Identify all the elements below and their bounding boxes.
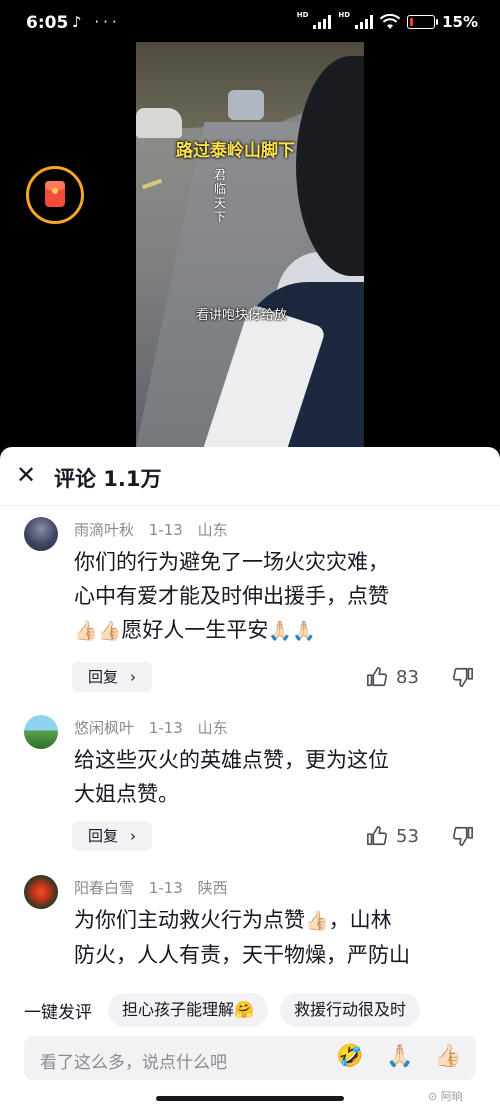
chevron-right-icon: › — [130, 668, 136, 686]
video-car-2 — [228, 90, 264, 120]
hd-label-2: HD — [338, 11, 351, 19]
comment-text-line: 愿好人一生平安 — [121, 618, 269, 642]
battery-icon — [407, 15, 439, 29]
comment-input-placeholder: 看了这么多，说点什么吧 — [40, 1053, 227, 1073]
comment-meta: 阳春白雪 1-13 陕西 — [74, 877, 238, 898]
signal-icon — [313, 15, 332, 29]
comment-text-line: 心中有爱才能及时伸出援手，点赞 — [74, 584, 389, 608]
reply-button[interactable]: 回复 › — [72, 662, 152, 692]
comments-header: ✕ 评论 1.1万 — [0, 447, 500, 505]
like-count: 83 — [396, 666, 419, 688]
comment-author[interactable]: 阳春白雪 — [74, 879, 134, 897]
thumbs-up-icon — [367, 826, 387, 846]
status-right: HD HD 15% — [296, 11, 478, 31]
comment-meta: 悠闲枫叶 1-13 山东 — [74, 717, 238, 738]
praying-hands-emoji-icon: 🙏🏻🙏🏻 — [268, 620, 316, 642]
comment-text: 你们的行为避免了一场火灾灾难， 心中有爱才能及时伸出援手，点赞 👍🏻👍🏻愿好人一… — [74, 545, 474, 648]
comment-location: 山东 — [197, 719, 228, 737]
comment-input[interactable]: 看了这么多，说点什么吧 🤣 🙏🏻 👍🏻 — [24, 1036, 476, 1080]
comment-location: 陕西 — [197, 879, 228, 897]
video-player[interactable]: 路过泰岭山脚下 君临天下 看讲咆块伢给放 — [136, 42, 364, 447]
comments-panel: ✕ 评论 1.1万 雨滴叶秋 1-13 山东 你们的行为避免了一场火灾灾难， 心… — [0, 447, 500, 1111]
status-time: 6:05 — [26, 13, 69, 33]
header-divider — [0, 505, 500, 506]
status-bar: 6:05 ♪ ··· HD HD 15% — [0, 0, 500, 48]
signal-icon-2 — [355, 15, 374, 29]
comment-text-line-with-emoji: 👍🏻👍🏻愿好人一生平安🙏🏻🙏🏻 — [74, 613, 474, 648]
dislike-button[interactable] — [452, 825, 474, 847]
thumbs-down-icon — [453, 667, 473, 687]
watermark: ⊙ 阿晌 — [428, 1090, 463, 1103]
thumbs-up-icon — [367, 667, 387, 687]
red-packet-icon[interactable] — [26, 166, 84, 224]
video-subtitle: 看讲咆块伢给放 — [196, 308, 288, 323]
comment-text-line: 你们的行为避免了一场火灾灾难， — [74, 550, 389, 574]
battery-fill — [410, 18, 414, 26]
comment-date: 1-13 — [148, 521, 183, 539]
like-count: 53 — [396, 825, 419, 847]
thumbs-up-emoji-icon: 👍🏻 — [305, 910, 329, 932]
close-icon[interactable]: ✕ — [12, 461, 40, 489]
comment-text-line: 防火，人人有责，天干物燥，严防山 — [74, 943, 410, 967]
quick-reply-chip[interactable]: 担心孩子能理解🤗 — [108, 993, 268, 1027]
chevron-right-icon: › — [130, 827, 136, 845]
wifi-icon — [380, 14, 401, 29]
comment-date: 1-13 — [148, 879, 183, 897]
comment-text-line: ，山林 — [328, 908, 392, 932]
reply-label: 回复 — [88, 827, 119, 845]
comment-text: 给这些灭火的英雄点赞，更为这位 大姐点赞。 — [74, 743, 474, 811]
comment-text-line: 为你们主动救火行为点赞 — [74, 908, 305, 932]
comment-text-line: 给这些灭火的英雄点赞，更为这位 — [74, 748, 389, 772]
reply-button[interactable]: 回复 › — [72, 821, 152, 851]
thumbs-down-icon — [453, 826, 473, 846]
thumbs-up-emoji-icon[interactable]: 👍🏻 — [434, 1044, 461, 1069]
comment-date: 1-13 — [148, 719, 183, 737]
video-lane-marking — [141, 178, 163, 190]
home-indicator[interactable] — [156, 1096, 344, 1101]
comment-meta: 雨滴叶秋 1-13 山东 — [74, 519, 238, 540]
video-vertical-text: 君临天下 — [214, 168, 227, 224]
battery-percent: 15% — [442, 13, 478, 31]
quick-reply-label: 一键发评 — [24, 1002, 92, 1023]
comment-text-line-with-emoji: 为你们主动救火行为点赞👍🏻，山林 — [74, 903, 474, 938]
video-title-overlay: 路过泰岭山脚下 — [176, 141, 295, 161]
thumbs-up-emoji-icon: 👍🏻👍🏻 — [74, 620, 122, 642]
dislike-button[interactable] — [452, 666, 474, 688]
like-button[interactable]: 53 — [366, 821, 426, 851]
quick-reply-bar: 一键发评 担心孩子能理解🤗 救援行动很及时 — [0, 990, 500, 1030]
comment-text-line: 大姐点赞。 — [74, 782, 179, 806]
comment-author[interactable]: 悠闲枫叶 — [74, 719, 134, 737]
comment-author[interactable]: 雨滴叶秋 — [74, 521, 134, 539]
comment-location: 山东 — [197, 521, 228, 539]
video-car — [136, 108, 182, 138]
comment-text: 为你们主动救火行为点赞👍🏻，山林 防火，人人有责，天干物燥，严防山 — [74, 903, 474, 972]
red-envelope-shape — [45, 181, 65, 207]
praying-hands-emoji-icon[interactable]: 🙏🏻 — [386, 1044, 413, 1069]
reply-label: 回复 — [88, 668, 119, 686]
like-button[interactable]: 83 — [366, 662, 426, 692]
quick-reply-chip[interactable]: 救援行动很及时 — [279, 993, 420, 1027]
avatar[interactable] — [24, 715, 58, 749]
avatar[interactable] — [24, 875, 58, 909]
laughing-emoji-icon[interactable]: 🤣 — [336, 1044, 363, 1069]
notification-icons: ♪ ··· — [72, 13, 121, 31]
hd-label: HD — [296, 11, 309, 19]
avatar[interactable] — [24, 517, 58, 551]
comments-title: 评论 1.1万 — [54, 467, 162, 491]
